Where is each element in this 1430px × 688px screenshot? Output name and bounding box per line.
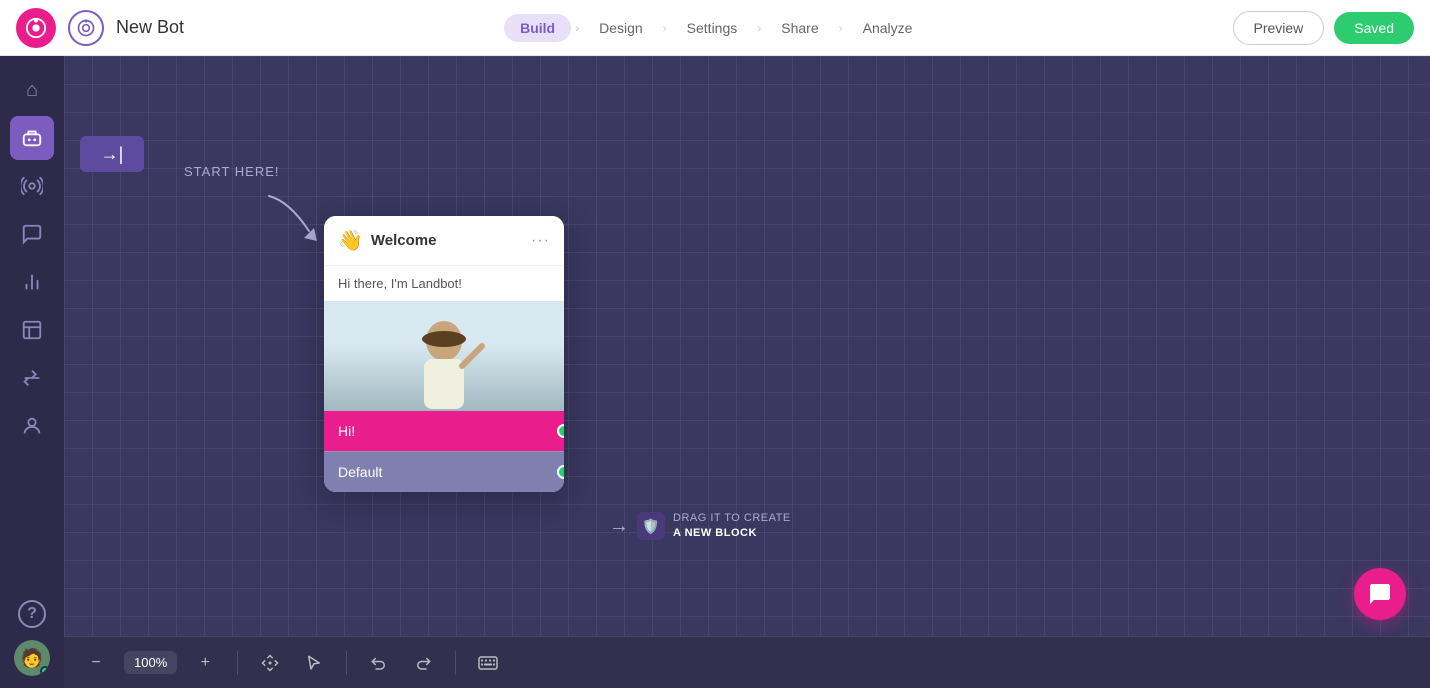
sidebar-item-bot[interactable] <box>10 116 54 160</box>
toolbar-separator-1 <box>237 651 238 675</box>
user-avatar[interactable]: 🧑 <box>14 640 50 676</box>
nav-tabs: Build › Design › Settings › Share › Anal… <box>212 14 1220 42</box>
connector-dot-hi[interactable] <box>557 424 564 438</box>
zoom-level: 100% <box>124 651 177 674</box>
tab-share[interactable]: Share <box>765 14 834 42</box>
header: New Bot Build › Design › Settings › Shar… <box>0 0 1430 56</box>
tab-build[interactable]: Build <box>504 14 571 42</box>
tab-design[interactable]: Design <box>583 14 659 42</box>
card-emoji-icon: 👋 <box>338 228 363 253</box>
card-message: Hi there, I'm Landbot! <box>324 266 564 301</box>
sidebar-item-help[interactable]: ? <box>18 600 46 628</box>
zoom-out-button[interactable]: − <box>80 647 112 679</box>
start-panel-button[interactable]: →| <box>80 136 144 172</box>
toolbar-separator-2 <box>346 651 347 675</box>
header-actions: Preview Saved <box>1233 11 1415 45</box>
preview-button[interactable]: Preview <box>1233 11 1325 45</box>
sidebar-item-templates[interactable] <box>10 308 54 352</box>
card-image-person <box>394 311 494 411</box>
card-image <box>324 301 564 411</box>
user-avatar-container: 🧑 <box>14 640 50 676</box>
drag-hint-text: DRAG IT TO CREATE A NEW BLOCK <box>673 511 791 542</box>
bot-name: New Bot <box>116 17 184 38</box>
toolbar-separator-3 <box>455 651 456 675</box>
card-title: Welcome <box>371 232 523 249</box>
chevron-icon-2: › <box>663 21 667 35</box>
sidebar-item-analytics[interactable] <box>10 260 54 304</box>
start-here-label: START HERE! <box>184 164 280 179</box>
card-button-hi[interactable]: Hi! <box>324 411 564 451</box>
card-menu-button[interactable]: ··· <box>531 232 550 250</box>
zoom-in-button[interactable]: + <box>189 647 221 679</box>
chevron-icon-1: › <box>575 21 579 35</box>
panel-arrow-icon: →| <box>101 144 124 165</box>
sidebar-item-messages[interactable] <box>10 212 54 256</box>
connector-dot-default[interactable] <box>557 465 564 479</box>
canvas-area[interactable]: →| START HERE! 👋 Welcome ··· Hi there, I… <box>64 56 1430 688</box>
keyboard-button[interactable] <box>472 647 504 679</box>
sidebar-item-integrations[interactable] <box>10 356 54 400</box>
sidebar-item-home[interactable]: ⌂ <box>10 68 54 112</box>
tab-analyze[interactable]: Analyze <box>847 14 929 42</box>
connection-line <box>592 511 622 531</box>
app-logo[interactable] <box>16 8 56 48</box>
chevron-icon-4: › <box>839 21 843 35</box>
sidebar-item-broadcast[interactable] <box>10 164 54 208</box>
online-status-dot <box>40 666 50 676</box>
drag-hint: → 🛡️ DRAG IT TO CREATE A NEW BLOCK <box>609 511 791 542</box>
main-layout: ⌂ <box>0 56 1430 688</box>
sidebar-item-leads[interactable] <box>10 404 54 448</box>
sidebar: ⌂ <box>0 56 64 688</box>
card-button-default[interactable]: Default <box>324 451 564 492</box>
redo-button[interactable] <box>407 647 439 679</box>
saved-button[interactable]: Saved <box>1334 12 1414 44</box>
undo-button[interactable] <box>363 647 395 679</box>
tab-settings[interactable]: Settings <box>671 14 754 42</box>
bottom-toolbar: − 100% + <box>64 636 1430 688</box>
drag-hint-icon: 🛡️ <box>637 512 665 540</box>
welcome-card: 👋 Welcome ··· Hi there, I'm Landbot! Hi! <box>324 216 564 492</box>
select-tool-button[interactable] <box>298 647 330 679</box>
card-header: 👋 Welcome ··· <box>324 216 564 266</box>
bot-icon <box>68 10 104 46</box>
move-tool-button[interactable] <box>254 647 286 679</box>
chevron-icon-3: › <box>757 21 761 35</box>
chat-widget-button[interactable] <box>1354 568 1406 620</box>
